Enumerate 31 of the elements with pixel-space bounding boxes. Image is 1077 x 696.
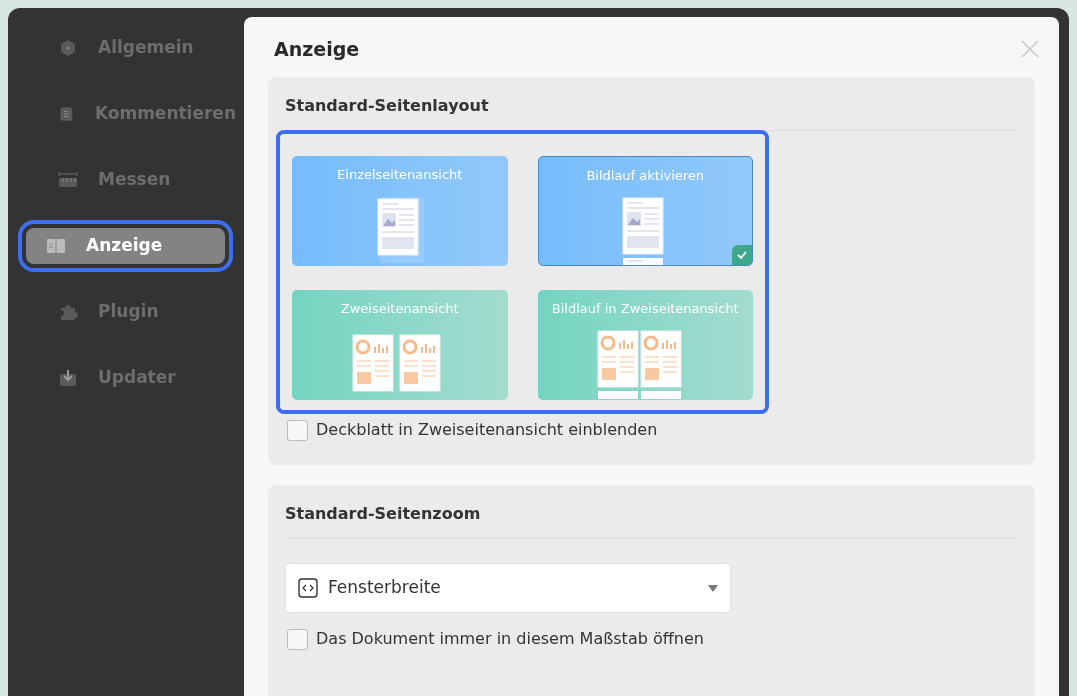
ruler-icon: [58, 170, 78, 190]
zoom-dropdown[interactable]: Fensterbreite: [285, 563, 731, 613]
checkbox[interactable]: [287, 628, 308, 650]
close-button[interactable]: [1021, 40, 1039, 58]
section-title: Standard-Seitenzoom: [285, 502, 1018, 539]
caret-icon: [708, 584, 718, 592]
sidebar-item[interactable]: Plugin: [38, 294, 236, 330]
section-title: Standard-Seitenlayout: [285, 94, 1018, 131]
sidebar-item[interactable]: Updater: [38, 360, 236, 396]
download-icon: [58, 368, 78, 388]
layout-option-card[interactable]: Bildlauf aktivieren: [537, 156, 753, 266]
card-label: Einzelseitenansicht: [337, 166, 463, 184]
open-book-icon: [46, 236, 66, 256]
card-label: Zweiseitenansicht: [340, 300, 459, 318]
sidebar-item[interactable]: Allgemein: [38, 30, 236, 66]
sidebar-item[interactable]: Kommentieren: [38, 96, 236, 132]
checkbox-label: Das Dokument immer in diesem Maßstab öffnen: [316, 628, 704, 650]
card-label: Bildlauf aktivieren: [586, 167, 705, 185]
layout-option-card[interactable]: Zweiseitenansicht: [292, 290, 508, 400]
hexagon-icon: [58, 38, 78, 58]
fit-width-icon: [298, 578, 318, 598]
card-label: Bildlauf in Zweiseitenansicht: [551, 300, 739, 318]
dialog-title: Anzeige: [274, 36, 360, 62]
puzzle-icon: [58, 302, 78, 322]
checkbox[interactable]: [287, 419, 308, 441]
layout-option-card[interactable]: Einzelseitenansicht: [292, 156, 508, 266]
layout-option-card[interactable]: Bildlauf in Zweiseitenansicht: [537, 290, 753, 400]
check-badge: [732, 245, 752, 265]
checkbox-label: Deckblatt in Zweiseitenansicht einblenden: [316, 419, 658, 441]
sidebar-item[interactable]: Messen: [38, 162, 236, 198]
note-icon: [58, 104, 75, 124]
